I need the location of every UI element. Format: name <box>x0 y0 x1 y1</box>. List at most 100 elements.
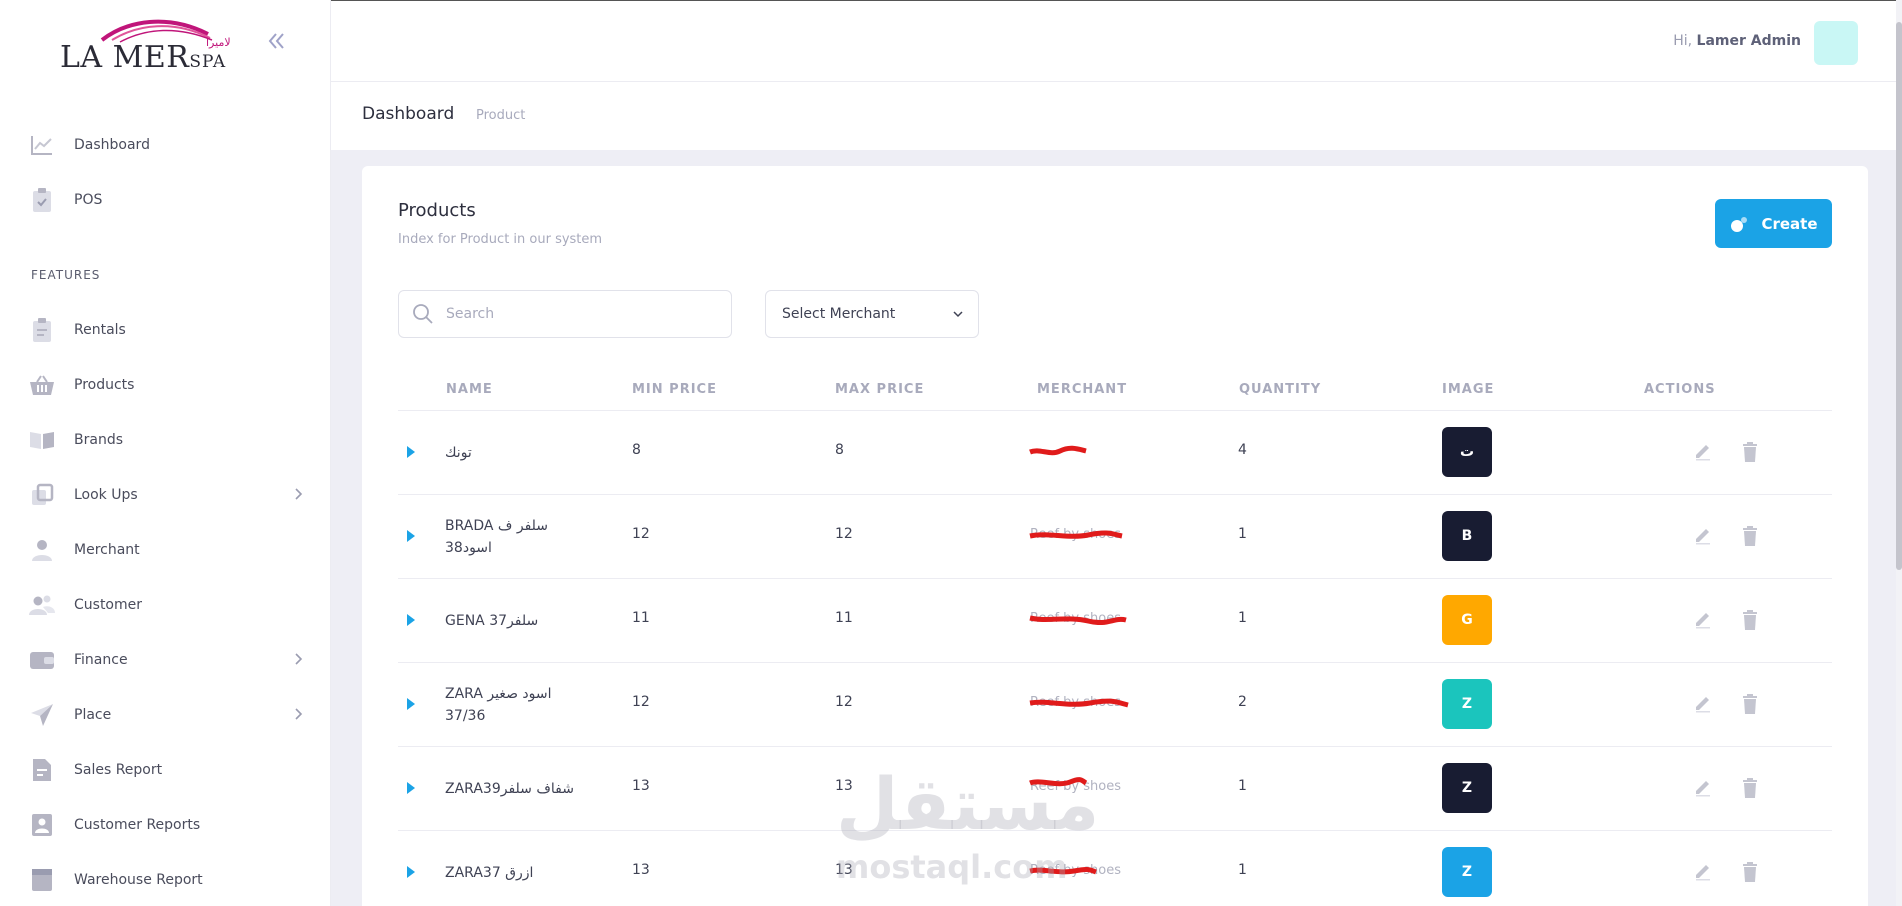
sidebar-item-dashboard[interactable]: Dashboard <box>28 125 304 165</box>
users-icon <box>28 591 56 619</box>
sidebar-item-label: Warehouse Report <box>74 872 203 888</box>
quantity: 2 <box>1238 694 1247 710</box>
sidebar-item-warehouse-report[interactable]: Warehouse Report <box>28 860 304 900</box>
product-image[interactable]: Z <box>1442 763 1492 813</box>
sidebar-item-brands[interactable]: Brands <box>28 420 304 460</box>
user-icon <box>28 536 56 564</box>
page-title: Dashboard <box>362 104 455 124</box>
expand-row-icon[interactable] <box>404 864 418 880</box>
sidebar-item-look-ups[interactable]: Look Ups <box>28 475 304 515</box>
trash-icon[interactable] <box>1741 609 1759 631</box>
wallet-icon <box>28 646 56 674</box>
trash-icon[interactable] <box>1741 441 1759 463</box>
table-row[interactable]: تونك 8 8 4 ت <box>398 411 1832 495</box>
min-price: 11 <box>632 610 650 626</box>
product-name: GENA 37سلفر <box>445 613 539 629</box>
sidebar-item-customer-reports[interactable]: Customer Reports <box>28 805 304 845</box>
spinner-icon <box>1729 214 1749 234</box>
expand-row-icon[interactable] <box>404 444 418 460</box>
avatar[interactable] <box>1814 21 1858 65</box>
redaction-scribble <box>1029 698 1129 708</box>
sidebar-item-label: Products <box>74 377 135 393</box>
user-greeting[interactable]: Hi, Lamer Admin <box>1673 33 1801 49</box>
user-card-icon <box>28 811 56 839</box>
sidebar-item-products[interactable]: Products <box>28 365 304 405</box>
column-header-min-price[interactable]: MIN PRICE <box>632 382 717 397</box>
scrollbar-thumb[interactable] <box>1896 22 1902 570</box>
quantity: 1 <box>1238 610 1247 626</box>
column-header-quantity[interactable]: QUANTITY <box>1239 382 1321 397</box>
expand-row-icon[interactable] <box>404 780 418 796</box>
expand-row-icon[interactable] <box>404 612 418 628</box>
redaction-scribble <box>1029 445 1087 456</box>
sidebar-item-merchant[interactable]: Merchant <box>28 530 304 570</box>
product-name: BRADA سلفر ف اسود38 <box>445 518 549 556</box>
file-icon <box>28 756 56 784</box>
chevron-right-icon <box>295 653 303 665</box>
trash-icon[interactable] <box>1741 777 1759 799</box>
table-row[interactable]: ZARA39شفاف سلفر 13 13 Reef by shoes 1 Z <box>398 747 1832 831</box>
max-price: 12 <box>835 526 853 542</box>
edit-icon[interactable] <box>1693 441 1713 461</box>
sidebar-item-finance[interactable]: Finance <box>28 640 304 680</box>
sidebar-item-label: Dashboard <box>74 137 150 153</box>
sidebar-item-label: Look Ups <box>74 487 138 503</box>
product-image[interactable]: Z <box>1442 679 1492 729</box>
column-header-max-price[interactable]: MAX PRICE <box>835 382 924 397</box>
product-image[interactable]: G <box>1442 595 1492 645</box>
edit-icon[interactable] <box>1693 777 1713 797</box>
subheader: Dashboard Product <box>331 82 1902 150</box>
min-price: 13 <box>632 778 650 794</box>
table-row[interactable]: ZARA37 ازرق 13 13 Reef by shoes 1 Z <box>398 831 1832 906</box>
page-scrollbar[interactable] <box>1896 0 1902 906</box>
product-image[interactable]: Z <box>1442 847 1492 897</box>
trash-icon[interactable] <box>1741 861 1759 883</box>
max-price: 12 <box>835 694 853 710</box>
min-price: 13 <box>632 862 650 878</box>
merchant-select-value: Select Merchant <box>782 306 896 322</box>
chart-line-icon <box>28 131 56 159</box>
table-row[interactable]: ZARA اسود صغير 37/36 12 12 Reef by shoes… <box>398 663 1832 747</box>
product-name: تونك <box>445 445 472 461</box>
merchant-select[interactable]: Select Merchant <box>765 290 979 338</box>
chevron-right-icon <box>295 708 303 720</box>
product-image[interactable]: B <box>1442 511 1492 561</box>
sidebar-item-label: Rentals <box>74 322 126 338</box>
logo[interactable]: لاميرا LA MERSPA <box>58 14 238 75</box>
expand-row-icon[interactable] <box>404 528 418 544</box>
edit-icon[interactable] <box>1693 693 1713 713</box>
products-card: Products Index for Product in our system… <box>362 166 1868 906</box>
trash-icon[interactable] <box>1741 693 1759 715</box>
max-price: 11 <box>835 610 853 626</box>
sidebar-item-label: Customer <box>74 597 143 613</box>
column-header-image: IMAGE <box>1442 382 1495 397</box>
product-image[interactable]: ت <box>1442 427 1492 477</box>
sidebar-item-place[interactable]: Place <box>28 695 304 735</box>
create-button[interactable]: Create <box>1715 199 1832 248</box>
edit-icon[interactable] <box>1693 861 1713 881</box>
column-header-merchant[interactable]: MERCHANT <box>1037 382 1127 397</box>
edit-icon[interactable] <box>1693 609 1713 629</box>
search-field[interactable] <box>398 290 732 338</box>
sidebar-item-sales-report[interactable]: Sales Report <box>28 750 304 790</box>
quantity: 1 <box>1238 526 1247 542</box>
edit-icon[interactable] <box>1693 525 1713 545</box>
expand-row-icon[interactable] <box>404 696 418 712</box>
min-price: 12 <box>632 526 650 542</box>
card-title: Products <box>398 200 476 221</box>
table-row[interactable]: GENA 37سلفر 11 11 Reef by shoes 1 G <box>398 579 1832 663</box>
sidebar-item-pos[interactable]: POS <box>28 180 304 220</box>
double-chevron-left-icon <box>268 33 284 49</box>
sidebar-item-rentals[interactable]: Rentals <box>28 310 304 350</box>
sidebar-collapse-button[interactable] <box>264 28 290 54</box>
product-name: ZARA39شفاف سلفر <box>445 781 574 797</box>
trash-icon[interactable] <box>1741 525 1759 547</box>
sidebar-item-customer[interactable]: Customer <box>28 585 304 625</box>
redaction-scribble <box>1029 615 1127 625</box>
table-row[interactable]: BRADA سلفر ف اسود38 12 12 Reef by shoes … <box>398 495 1832 579</box>
search-input[interactable] <box>446 306 706 322</box>
sidebar-item-label: Place <box>74 707 112 723</box>
search-icon <box>413 304 433 324</box>
breadcrumb[interactable]: Product <box>476 108 525 123</box>
column-header-name[interactable]: NAME <box>446 382 493 397</box>
